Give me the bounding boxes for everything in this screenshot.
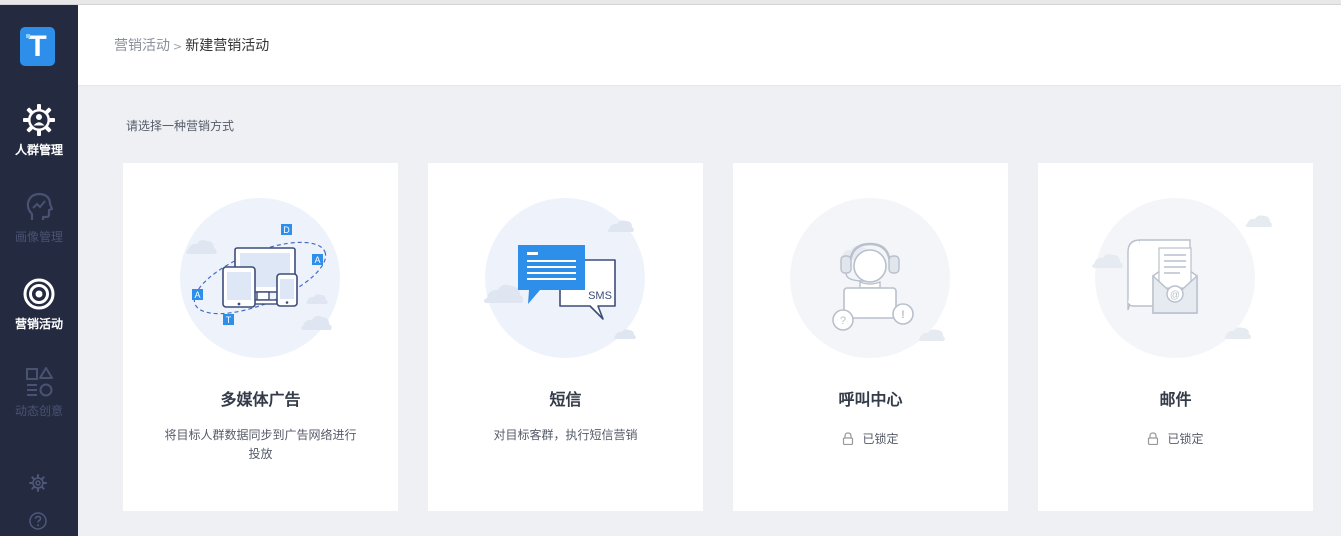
breadcrumb-separator: >	[173, 40, 183, 53]
breadcrumb: 营销活动 > 新建营销活动	[114, 35, 269, 55]
sms-bubbles-icon: SMS	[483, 198, 645, 358]
card-title: 邮件	[1159, 390, 1192, 409]
multimedia-devices-icon: D A A T	[180, 198, 340, 358]
card-multimedia-ads[interactable]: D A A T 多媒体广告 将目标人群数据同步到广告网络进行投放	[123, 163, 398, 511]
lock-icon	[1148, 432, 1159, 446]
card-mail[interactable]: @ 邮件 已锁定	[1038, 163, 1313, 511]
card-title: 呼叫中心	[838, 390, 903, 409]
sidebar-item-creative[interactable]: 动态创意	[0, 364, 78, 419]
mail-envelope-icon: @	[1092, 198, 1272, 358]
app-logo[interactable]: T	[20, 27, 55, 66]
call-center-agent-icon: ? !	[790, 198, 950, 358]
card-title: 多媒体广告	[220, 390, 301, 409]
sidebar-item-portrait[interactable]: 画像管理	[0, 190, 78, 245]
locked-status: 已锁定	[1038, 430, 1313, 447]
badge-t: T	[226, 315, 232, 325]
badge-d: D	[283, 225, 290, 235]
crowd-gear-icon	[23, 104, 55, 136]
svg-text:@: @	[1170, 290, 1180, 301]
sidebar: T 人群管理 画像管理 营销活动 动态创意	[0, 5, 78, 536]
help-icon[interactable]	[28, 511, 48, 531]
lock-icon	[843, 432, 854, 446]
locked-status: 已锁定	[733, 430, 1008, 447]
svg-text:!: !	[901, 309, 905, 321]
locked-label: 已锁定	[862, 432, 899, 446]
sidebar-item-label: 画像管理	[14, 230, 63, 244]
sidebar-item-label: 人群管理	[14, 143, 63, 157]
target-icon	[23, 278, 55, 310]
sidebar-item-crowd[interactable]: 人群管理	[0, 103, 78, 158]
card-call-center[interactable]: ? ! 呼叫中心 已锁定	[733, 163, 1008, 511]
page-prompt: 请选择一种营销方式	[126, 119, 235, 133]
sidebar-item-label: 营销活动	[14, 317, 63, 331]
badge-a-right: A	[314, 255, 320, 265]
sidebar-item-label: 动态创意	[14, 404, 63, 418]
card-title: 短信	[549, 390, 582, 409]
badge-a-left: A	[194, 290, 200, 300]
breadcrumb-parent-link[interactable]: 营销活动	[114, 38, 170, 54]
sidebar-item-campaign[interactable]: 营销活动	[0, 277, 78, 332]
portrait-head-icon	[26, 192, 54, 220]
card-sms[interactable]: SMS 短信 对目标客群，执行短信营销	[428, 163, 703, 511]
svg-text:?: ?	[840, 315, 846, 327]
page-header: 营销活动 > 新建营销活动	[78, 5, 1341, 86]
locked-label: 已锁定	[1167, 432, 1204, 446]
card-description: 对目标客群，执行短信营销	[493, 428, 638, 442]
logo-dot	[26, 34, 30, 38]
logo-letter: T	[28, 30, 47, 63]
settings-icon[interactable]	[28, 473, 48, 493]
breadcrumb-current: 新建营销活动	[185, 38, 270, 54]
sms-bubble-text: SMS	[588, 290, 612, 302]
shapes-icon	[26, 367, 53, 397]
card-description: 将目标人群数据同步到广告网络进行投放	[164, 428, 357, 461]
